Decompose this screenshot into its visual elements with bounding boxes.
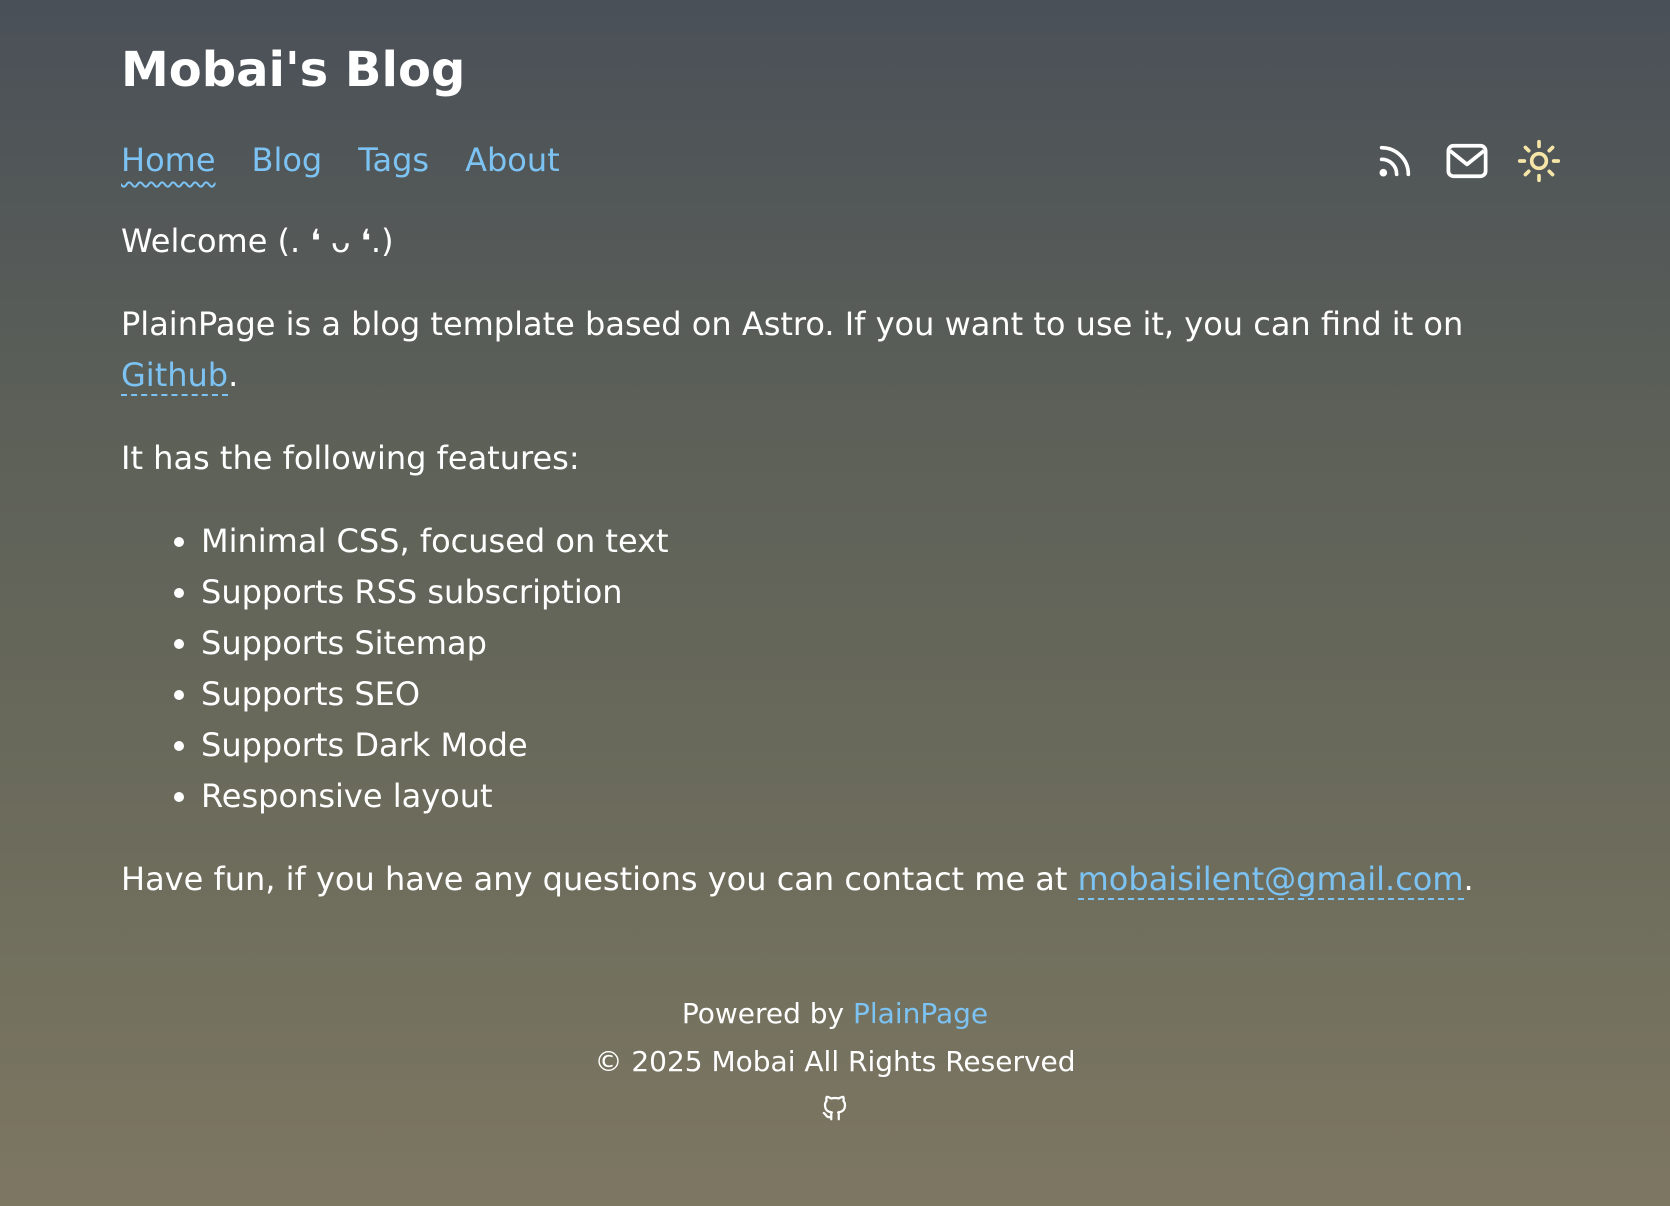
header-icons [1373, 136, 1561, 186]
sun-icon[interactable] [1517, 139, 1561, 183]
intro-paragraph: PlainPage is a blog template based on As… [121, 299, 1561, 401]
contact-paragraph: Have fun, if you have any questions you … [121, 854, 1561, 905]
powered-by: Powered by PlainPage [0, 990, 1670, 1038]
site-title[interactable]: Mobai's Blog [121, 40, 465, 100]
contact-text: Have fun, if you have any questions you … [121, 860, 1078, 898]
mail-icon[interactable] [1445, 139, 1489, 183]
plainpage-link[interactable]: PlainPage [853, 997, 988, 1030]
nav-home[interactable]: Home [121, 138, 216, 182]
feature-item: Supports Sitemap [201, 618, 1561, 669]
email-link[interactable]: mobaisilent@gmail.com [1077, 860, 1464, 900]
rss-icon[interactable] [1373, 139, 1417, 183]
main-content: Welcome (. ❛ ᴗ ❛.) PlainPage is a blog t… [121, 216, 1561, 937]
nav-blog[interactable]: Blog [252, 138, 323, 182]
nav-tags[interactable]: Tags [358, 138, 429, 182]
feature-item: Supports Dark Mode [201, 720, 1561, 771]
copyright-text: © 2025 Mobai All Rights Reserved [594, 1045, 1076, 1078]
footer: Powered by PlainPage © 2025 Mobai All Ri… [0, 990, 1670, 1139]
features-intro: It has the following features: [121, 439, 580, 477]
powered-prefix: Powered by [681, 997, 854, 1030]
nav-about[interactable]: About [465, 138, 560, 182]
intro-text: PlainPage is a blog template based on As… [121, 305, 1464, 343]
feature-item: Responsive layout [201, 771, 1561, 822]
feature-item: Supports RSS subscription [201, 567, 1561, 618]
feature-item: Supports SEO [201, 669, 1561, 720]
intro-end: . [228, 356, 239, 394]
contact-end: . [1463, 860, 1474, 898]
welcome-text: Welcome (. ❛ ᴗ ❛.) [121, 222, 394, 260]
main-nav: Home Blog Tags About [121, 138, 560, 188]
feature-item: Minimal CSS, focused on text [201, 516, 1561, 567]
github-link[interactable]: Github [121, 356, 229, 396]
github-icon[interactable] [820, 1092, 850, 1124]
features-list: Minimal CSS, focused on text Supports RS… [121, 516, 1561, 822]
